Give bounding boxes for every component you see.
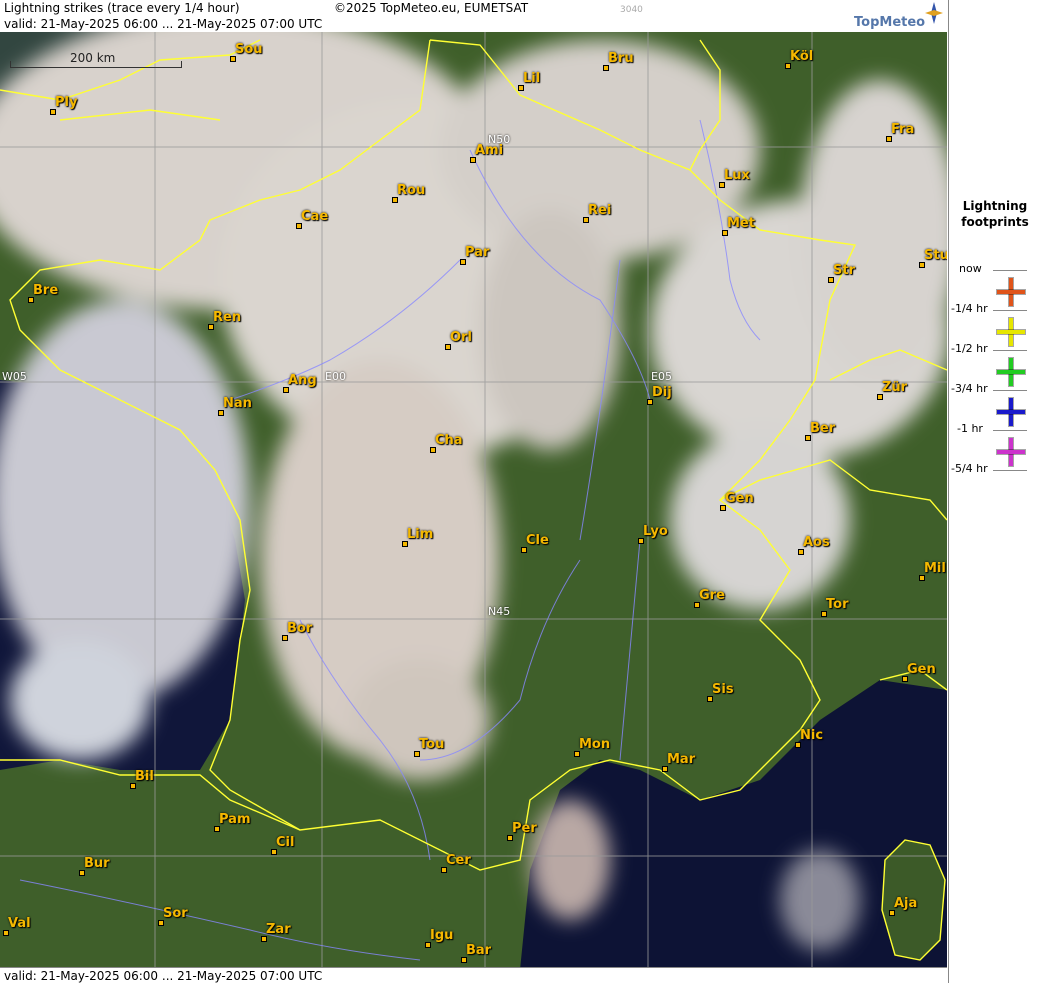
city-label: Zar <box>261 922 291 942</box>
city-label: Lim <box>401 527 434 547</box>
lightning-cross-icon <box>997 318 1025 346</box>
legend-label: now <box>959 262 982 275</box>
city-label: Dij <box>647 385 672 405</box>
city-label: Mar <box>661 752 696 772</box>
lightning-cross-icon <box>997 278 1025 306</box>
legend-label: -1/4 hr <box>951 302 988 315</box>
city-label: Bre <box>27 283 59 303</box>
grid-label-e05: E05 <box>651 370 672 383</box>
map-title: Lightning strikes (trace every 1/4 hour) <box>4 1 240 15</box>
topmeteo-logo: TopMeteo <box>852 2 944 32</box>
city-label: Bil <box>130 769 154 789</box>
city-label: Cha <box>430 433 463 453</box>
legend-panel: Lightning footprints now -1/4 hr -1/2 hr… <box>948 0 1039 983</box>
city-label: Cil <box>270 835 295 855</box>
legend-title: Lightning footprints <box>961 199 1029 229</box>
compass-icon <box>925 2 943 24</box>
map-canvas <box>0 0 947 983</box>
legend-label: -5/4 hr <box>951 462 988 475</box>
city-label: Bor <box>281 621 313 641</box>
city-label: Cae <box>295 209 329 229</box>
city-label: Fra <box>885 122 915 142</box>
footer-bar: valid: 21-May-2025 06:00 ... 21-May-2025… <box>0 967 947 983</box>
city-label: Aja <box>888 896 918 916</box>
city-label: Par <box>459 245 490 265</box>
legend-row: -1 hr <box>949 422 1039 464</box>
city-label: Ang <box>283 373 317 393</box>
lightning-cross-icon <box>997 358 1025 386</box>
copyright-text: ©2025 TopMeteo.eu, EUMETSAT <box>334 1 529 15</box>
legend-row: -1/4 hr <box>949 302 1039 344</box>
city-label: Sis <box>707 682 734 702</box>
city-label: Gen <box>902 662 936 682</box>
city-label: Zür <box>876 380 908 400</box>
city-label: Mon <box>573 737 611 757</box>
lightning-cross-icon <box>997 438 1025 466</box>
city-label: Sor <box>158 906 188 926</box>
map-code: 3040 <box>620 5 643 15</box>
legend-label: -1/2 hr <box>951 342 988 355</box>
city-label: Lux <box>719 168 750 188</box>
city-label: Tou <box>413 737 445 757</box>
city-label: Per <box>507 821 537 841</box>
valid-time-top: valid: 21-May-2025 06:00 ... 21-May-2025… <box>4 17 323 31</box>
city-label: Lyo <box>638 524 668 544</box>
legend-label: -3/4 hr <box>951 382 988 395</box>
logo-text: TopMeteo <box>854 15 926 30</box>
city-label: Ply <box>49 95 78 115</box>
city-label: Bar <box>460 943 492 963</box>
city-label: Cer <box>441 853 471 873</box>
legend-row: -5/4 hr <box>949 462 1039 504</box>
city-label: Val <box>3 916 31 936</box>
city-label: Tor <box>820 597 849 617</box>
valid-time-bottom: valid: 21-May-2025 06:00 ... 21-May-2025… <box>4 969 323 983</box>
city-label: Gen <box>720 491 754 511</box>
city-label: Cle <box>521 533 549 553</box>
city-label: Stu <box>919 248 947 268</box>
city-label: Orl <box>445 330 472 350</box>
legend-row: -3/4 hr <box>949 382 1039 424</box>
city-label: Nan <box>218 396 252 416</box>
city-label: Sou <box>230 42 263 62</box>
city-label: Mil <box>919 561 946 581</box>
city-label: Gre <box>694 588 725 608</box>
scale-label: 200 km <box>70 51 116 65</box>
city-label: Ren <box>207 310 242 330</box>
city-label: Lil <box>517 71 541 91</box>
grid-label-e00: E00 <box>325 370 346 383</box>
header-bar: Lightning strikes (trace every 1/4 hour)… <box>0 0 947 32</box>
city-label: Köl <box>784 49 814 69</box>
city-label: Pam <box>214 812 251 832</box>
lightning-cross-icon <box>997 398 1025 426</box>
city-label: Nic <box>794 728 824 748</box>
city-label: Met <box>722 216 755 236</box>
legend-label: -1 hr <box>957 422 983 435</box>
city-label: Rou <box>391 183 426 203</box>
city-label: Str <box>828 263 855 283</box>
city-label: Bur <box>79 856 110 876</box>
grid-label-w05: W05 <box>2 370 27 383</box>
satellite-map: Lightning strikes (trace every 1/4 hour)… <box>0 0 947 983</box>
city-label: Aos <box>798 535 830 555</box>
grid-label-n45: N45 <box>488 605 511 618</box>
legend-row: -1/2 hr <box>949 342 1039 384</box>
scale-bar: 200 km <box>10 51 182 68</box>
city-label: Igu <box>424 928 454 948</box>
city-label: Bru <box>603 51 634 71</box>
legend-row: now <box>949 262 1039 304</box>
city-label: Rei <box>582 203 612 223</box>
city-label: Ber <box>804 421 836 441</box>
city-label: Ami <box>469 143 504 163</box>
